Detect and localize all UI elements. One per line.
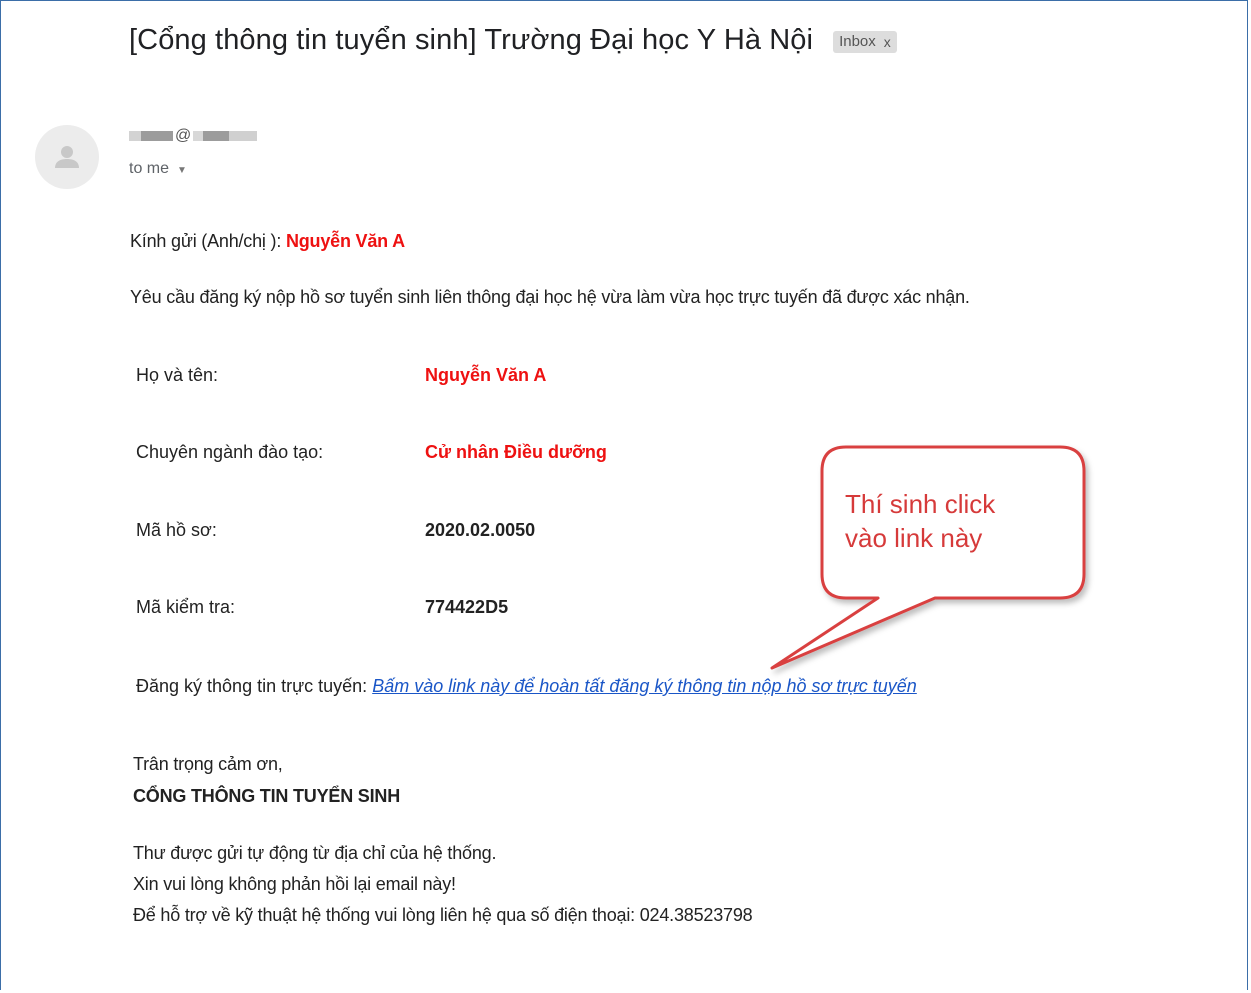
greeting-name: Nguyễn Văn A (285, 231, 405, 251)
greeting-line: Kính gửi (Anh/chị ): Nguyễn Văn A (130, 231, 405, 252)
inbox-label-text: Inbox (839, 33, 876, 50)
redacted-block (193, 131, 204, 141)
callout-line-1: Thí sinh click (845, 489, 996, 519)
register-label: Đăng ký thông tin trực tuyến: (136, 676, 368, 696)
sender-address[interactable]: @ (129, 125, 258, 147)
chevron-down-icon[interactable]: ▼ (177, 165, 187, 176)
signature-line: CỔNG THÔNG TIN TUYỂN SINH (133, 786, 401, 806)
callout-line-2: vào link này (845, 523, 983, 553)
register-link[interactable]: Bấm vào link này để hoàn tất đăng ký thô… (372, 676, 917, 696)
inbox-label-chip[interactable]: Inbox x (833, 30, 897, 53)
intro-line: Yêu cầu đăng ký nộp hồ sơ tuyển sinh liê… (130, 287, 970, 307)
close-icon[interactable]: x (884, 34, 891, 50)
sender-at-sign: @ (175, 127, 192, 144)
recipient-toggle[interactable]: to me ▼ (129, 160, 187, 178)
name-value: Nguyễn Văn A (425, 365, 547, 385)
check-code-label: Mã kiểm tra: (136, 597, 236, 617)
major-label: Chuyên ngành đào tạo: (136, 442, 324, 462)
file-code-value: 2020.02.0050 (425, 520, 536, 540)
redacted-block (203, 131, 230, 141)
footer-line-2: Xin vui lòng không phản hồi lại email nà… (133, 874, 456, 894)
person-icon (55, 146, 79, 168)
recipient-text: to me (129, 160, 170, 177)
greeting-prefix: Kính gửi (Anh/chị ): (130, 231, 282, 251)
email-subject: [Cổng thông tin tuyển sinh] Trường Đại h… (129, 24, 814, 56)
redacted-block (141, 131, 173, 141)
footer-line-3: Để hỗ trợ về kỹ thuật hệ thống vui lòng … (133, 905, 753, 925)
subject-row: [Cổng thông tin tuyển sinh] Trường Đại h… (129, 24, 897, 57)
redacted-block (129, 131, 141, 141)
check-code-value: 774422D5 (425, 597, 509, 617)
file-code-label: Mã hồ sơ: (136, 520, 217, 540)
footer-line-1: Thư được gửi tự động từ địa chỉ của hệ t… (133, 843, 497, 863)
name-label: Họ và tên: (136, 365, 219, 385)
callout-text: Thí sinh click vào link này (845, 487, 1065, 555)
redacted-block (229, 131, 258, 141)
major-value: Cử nhân Điều dưỡng (425, 442, 607, 462)
register-line: Đăng ký thông tin trực tuyến: Bấm vào li… (136, 676, 917, 697)
sender-avatar[interactable] (35, 125, 99, 189)
closing-line: Trân trọng cảm ơn, (133, 754, 283, 774)
